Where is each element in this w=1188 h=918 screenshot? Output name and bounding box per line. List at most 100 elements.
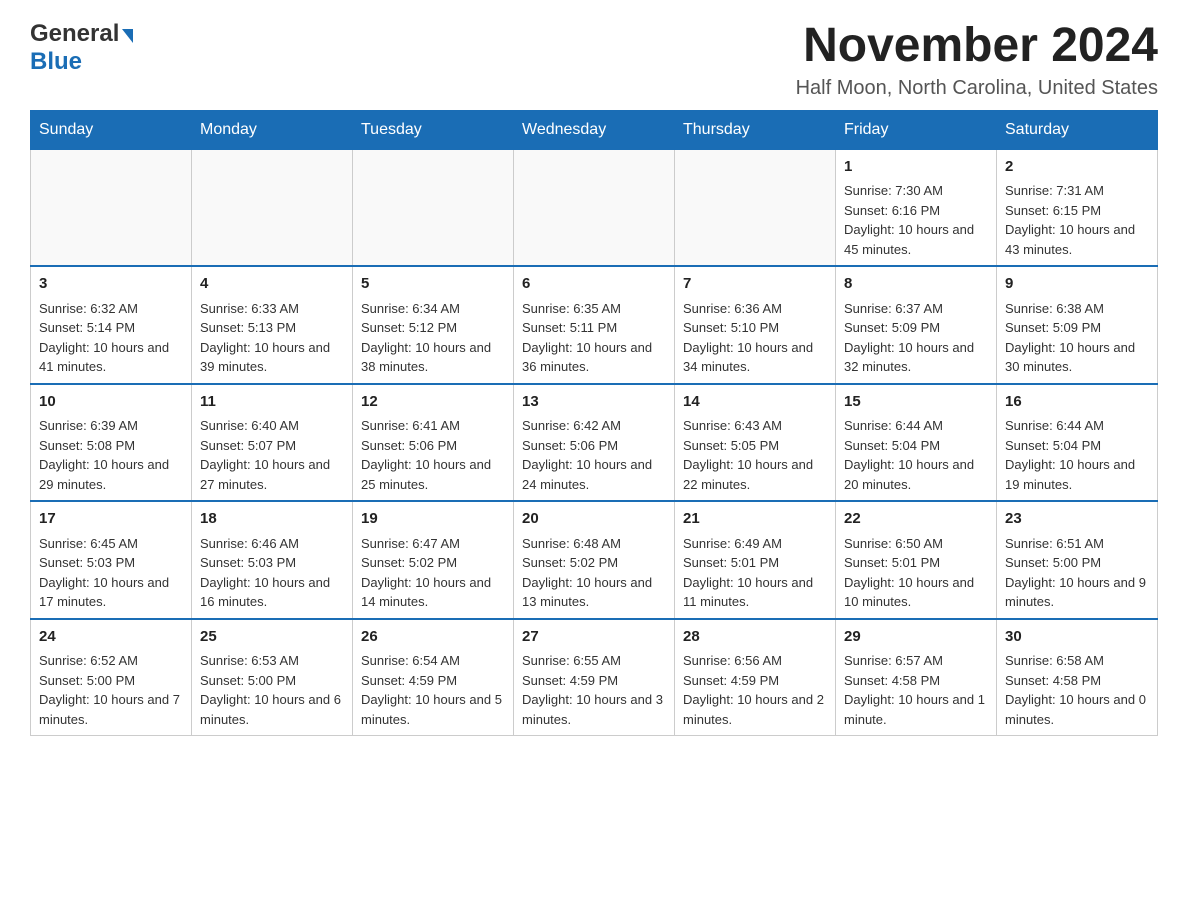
- calendar-week-row: 24 Sunrise: 6:52 AMSunset: 5:00 PMDayligh…: [31, 619, 1158, 736]
- day-number: 4: [200, 273, 344, 296]
- day-number: 28: [683, 626, 827, 649]
- calendar-cell: 30 Sunrise: 6:58 AMSunset: 4:58 PMDayligh…: [997, 619, 1158, 736]
- day-number: 7: [683, 273, 827, 296]
- day-info: Sunrise: 6:48 AMSunset: 5:02 PMDaylight:…: [522, 536, 652, 610]
- calendar-cell: [353, 149, 514, 266]
- calendar-cell: 8Sunrise: 6:37 AMSunset: 5:09 PMDaylight…: [836, 266, 997, 384]
- weekday-header-row: SundayMondayTuesdayWednesdayThursdayFrid…: [31, 110, 1158, 149]
- location-title: Half Moon, North Carolina, United States: [796, 77, 1158, 100]
- day-info: Sunrise: 6:52 AMSunset: 5:00 PMDaylight:…: [39, 653, 180, 727]
- day-info: Sunrise: 6:42 AMSunset: 5:06 PMDaylight:…: [522, 418, 652, 492]
- calendar-cell: 17 Sunrise: 6:45 AMSunset: 5:03 PMDayligh…: [31, 501, 192, 619]
- calendar-cell: 15Sunrise: 6:44 AMSunset: 5:04 PMDayligh…: [836, 384, 997, 502]
- day-info: Sunrise: 6:41 AMSunset: 5:06 PMDaylight:…: [361, 418, 491, 492]
- day-number: 24: [39, 626, 183, 649]
- month-title: November 2024: [796, 20, 1158, 73]
- day-number: 21: [683, 508, 827, 531]
- day-info: Sunrise: 6:44 AMSunset: 5:04 PMDaylight:…: [1005, 418, 1135, 492]
- calendar-cell: 14 Sunrise: 6:43 AMSunset: 5:05 PMDayligh…: [675, 384, 836, 502]
- day-info: Sunrise: 6:33 AMSunset: 5:13 PMDaylight:…: [200, 301, 330, 375]
- calendar-cell: 21 Sunrise: 6:49 AMSunset: 5:01 PMDayligh…: [675, 501, 836, 619]
- day-number: 25: [200, 626, 344, 649]
- calendar-cell: 29 Sunrise: 6:57 AMSunset: 4:58 PMDayligh…: [836, 619, 997, 736]
- calendar-cell: 26 Sunrise: 6:54 AMSunset: 4:59 PMDayligh…: [353, 619, 514, 736]
- logo-arrow-icon: [122, 29, 133, 43]
- day-info: Sunrise: 6:50 AMSunset: 5:01 PMDaylight:…: [844, 536, 974, 610]
- day-number: 2: [1005, 156, 1149, 179]
- page-header: General Blue November 2024 Half Moon, No…: [30, 20, 1158, 100]
- calendar-cell: 12 Sunrise: 6:41 AMSunset: 5:06 PMDayligh…: [353, 384, 514, 502]
- logo-general: General: [30, 20, 119, 48]
- calendar-cell: 13Sunrise: 6:42 AMSunset: 5:06 PMDayligh…: [514, 384, 675, 502]
- day-info: Sunrise: 6:58 AMSunset: 4:58 PMDaylight:…: [1005, 653, 1146, 727]
- calendar-cell: 16 Sunrise: 6:44 AMSunset: 5:04 PMDayligh…: [997, 384, 1158, 502]
- calendar-table: SundayMondayTuesdayWednesdayThursdayFrid…: [30, 110, 1158, 737]
- weekday-header-tuesday: Tuesday: [353, 110, 514, 149]
- day-info: Sunrise: 6:55 AMSunset: 4:59 PMDaylight:…: [522, 653, 663, 727]
- calendar-cell: 20 Sunrise: 6:48 AMSunset: 5:02 PMDayligh…: [514, 501, 675, 619]
- day-number: 23: [1005, 508, 1149, 531]
- calendar-cell: 23Sunrise: 6:51 AMSunset: 5:00 PMDayligh…: [997, 501, 1158, 619]
- calendar-cell: 5 Sunrise: 6:34 AMSunset: 5:12 PMDaylight…: [353, 266, 514, 384]
- calendar-cell: 10 Sunrise: 6:39 AMSunset: 5:08 PMDayligh…: [31, 384, 192, 502]
- calendar-cell: 7 Sunrise: 6:36 AMSunset: 5:10 PMDaylight…: [675, 266, 836, 384]
- day-number: 10: [39, 391, 183, 414]
- calendar-cell: 2 Sunrise: 7:31 AMSunset: 6:15 PMDaylight…: [997, 149, 1158, 266]
- calendar-cell: 25 Sunrise: 6:53 AMSunset: 5:00 PMDayligh…: [192, 619, 353, 736]
- day-number: 17: [39, 508, 183, 531]
- day-info: Sunrise: 6:54 AMSunset: 4:59 PMDaylight:…: [361, 653, 502, 727]
- day-number: 22: [844, 508, 988, 531]
- day-info: Sunrise: 6:57 AMSunset: 4:58 PMDaylight:…: [844, 653, 985, 727]
- calendar-cell: 4 Sunrise: 6:33 AMSunset: 5:13 PMDaylight…: [192, 266, 353, 384]
- day-number: 3: [39, 273, 183, 296]
- weekday-header-friday: Friday: [836, 110, 997, 149]
- logo-blue: Blue: [30, 48, 82, 75]
- day-info: Sunrise: 6:47 AMSunset: 5:02 PMDaylight:…: [361, 536, 491, 610]
- day-number: 26: [361, 626, 505, 649]
- calendar-cell: 3 Sunrise: 6:32 AMSunset: 5:14 PMDaylight…: [31, 266, 192, 384]
- weekday-header-thursday: Thursday: [675, 110, 836, 149]
- weekday-header-wednesday: Wednesday: [514, 110, 675, 149]
- calendar-cell: 28Sunrise: 6:56 AMSunset: 4:59 PMDayligh…: [675, 619, 836, 736]
- day-number: 6: [522, 273, 666, 296]
- day-number: 27: [522, 626, 666, 649]
- calendar-cell: [31, 149, 192, 266]
- calendar-cell: 6Sunrise: 6:35 AMSunset: 5:11 PMDaylight…: [514, 266, 675, 384]
- day-number: 12: [361, 391, 505, 414]
- day-info: Sunrise: 7:31 AMSunset: 6:15 PMDaylight:…: [1005, 183, 1135, 257]
- day-info: Sunrise: 6:44 AMSunset: 5:04 PMDaylight:…: [844, 418, 974, 492]
- day-info: Sunrise: 6:40 AMSunset: 5:07 PMDaylight:…: [200, 418, 330, 492]
- calendar-cell: 19Sunrise: 6:47 AMSunset: 5:02 PMDayligh…: [353, 501, 514, 619]
- calendar-cell: 18Sunrise: 6:46 AMSunset: 5:03 PMDayligh…: [192, 501, 353, 619]
- day-info: Sunrise: 6:45 AMSunset: 5:03 PMDaylight:…: [39, 536, 169, 610]
- calendar-week-row: 1Sunrise: 7:30 AMSunset: 6:16 PMDaylight…: [31, 149, 1158, 266]
- calendar-cell: 27 Sunrise: 6:55 AMSunset: 4:59 PMDayligh…: [514, 619, 675, 736]
- day-number: 29: [844, 626, 988, 649]
- calendar-cell: 9Sunrise: 6:38 AMSunset: 5:09 PMDaylight…: [997, 266, 1158, 384]
- calendar-cell: 11 Sunrise: 6:40 AMSunset: 5:07 PMDayligh…: [192, 384, 353, 502]
- day-number: 11: [200, 391, 344, 414]
- day-number: 9: [1005, 273, 1149, 296]
- day-info: Sunrise: 6:32 AMSunset: 5:14 PMDaylight:…: [39, 301, 169, 375]
- day-number: 5: [361, 273, 505, 296]
- title-area: November 2024 Half Moon, North Carolina,…: [796, 20, 1158, 100]
- day-info: Sunrise: 6:34 AMSunset: 5:12 PMDaylight:…: [361, 301, 491, 375]
- day-number: 8: [844, 273, 988, 296]
- day-number: 20: [522, 508, 666, 531]
- day-info: Sunrise: 6:49 AMSunset: 5:01 PMDaylight:…: [683, 536, 813, 610]
- day-number: 30: [1005, 626, 1149, 649]
- day-info: Sunrise: 6:53 AMSunset: 5:00 PMDaylight:…: [200, 653, 341, 727]
- day-number: 1: [844, 156, 988, 179]
- calendar-week-row: 17 Sunrise: 6:45 AMSunset: 5:03 PMDayligh…: [31, 501, 1158, 619]
- day-info: Sunrise: 6:36 AMSunset: 5:10 PMDaylight:…: [683, 301, 813, 375]
- weekday-header-saturday: Saturday: [997, 110, 1158, 149]
- calendar-cell: [675, 149, 836, 266]
- logo: General Blue: [30, 20, 133, 76]
- day-number: 16: [1005, 391, 1149, 414]
- day-number: 14: [683, 391, 827, 414]
- day-info: Sunrise: 6:46 AMSunset: 5:03 PMDaylight:…: [200, 536, 330, 610]
- day-info: Sunrise: 6:43 AMSunset: 5:05 PMDaylight:…: [683, 418, 813, 492]
- calendar-week-row: 3 Sunrise: 6:32 AMSunset: 5:14 PMDaylight…: [31, 266, 1158, 384]
- calendar-cell: [514, 149, 675, 266]
- day-info: Sunrise: 6:39 AMSunset: 5:08 PMDaylight:…: [39, 418, 169, 492]
